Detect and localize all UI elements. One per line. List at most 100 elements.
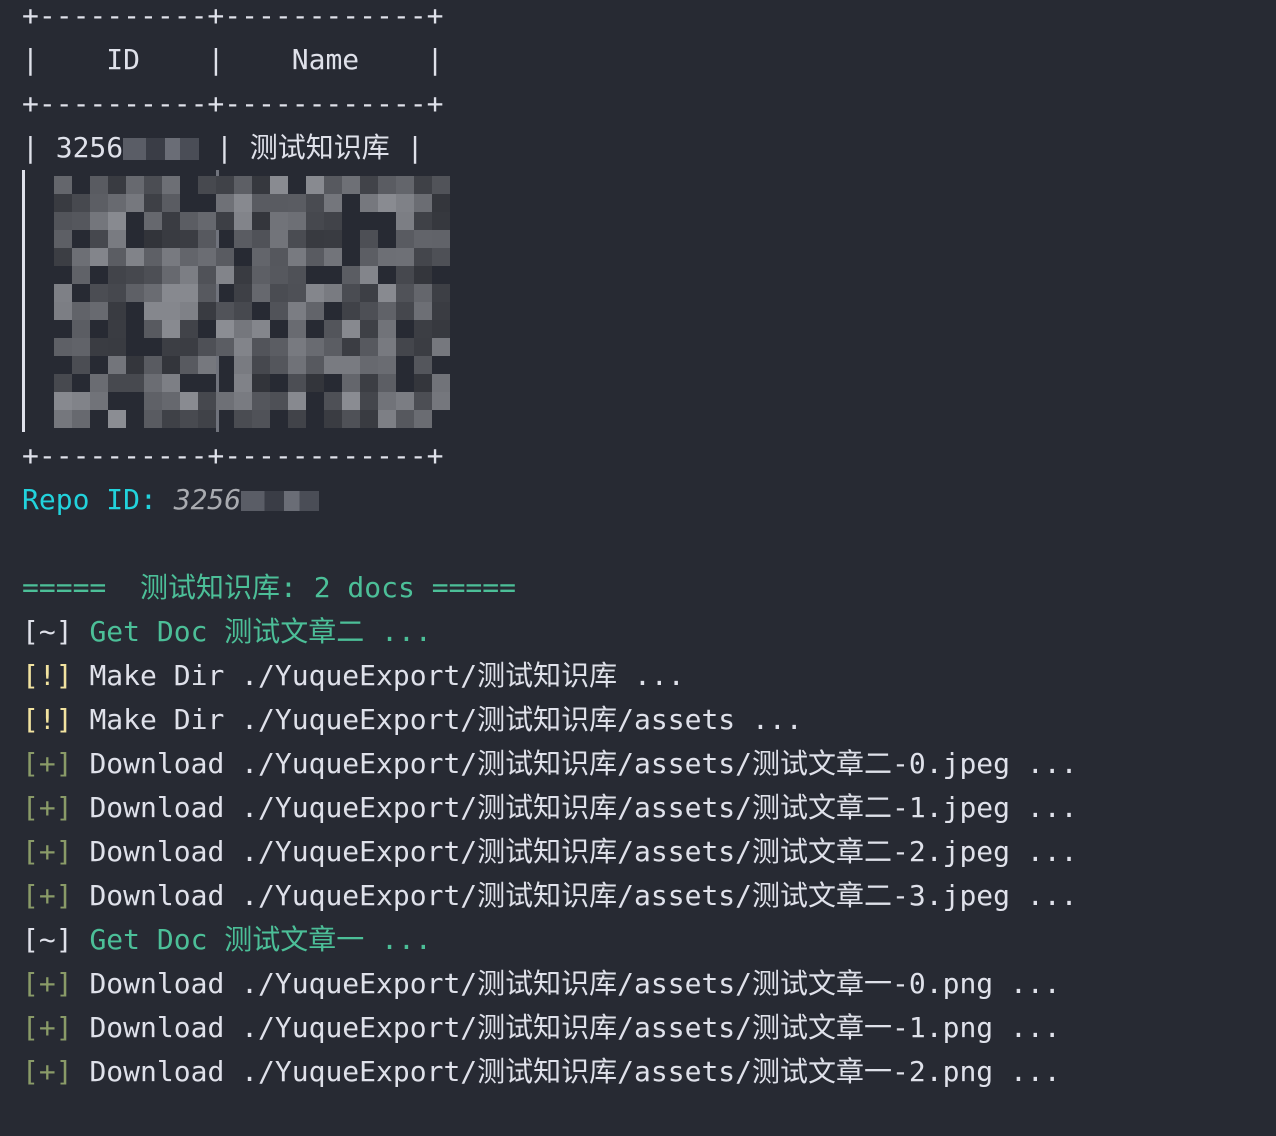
log-tag: [+] <box>22 1011 73 1044</box>
mosaic-pixel <box>306 338 324 356</box>
log-tag: [!] <box>22 659 73 692</box>
mosaic-pixel <box>162 284 180 302</box>
mosaic-pixel <box>342 374 360 392</box>
table-border-mid: +----------+------------+ <box>22 87 444 120</box>
mosaic-pixel <box>72 392 90 410</box>
mosaic-pixel <box>252 194 270 212</box>
mosaic-pixel <box>126 284 144 302</box>
header-id: ID <box>106 43 141 76</box>
mosaic-pixel <box>252 392 270 410</box>
mosaic-pixel <box>432 320 450 338</box>
mosaic-pixel <box>234 392 252 410</box>
mosaic-pixel <box>162 248 180 266</box>
mosaic-pixel <box>414 302 432 320</box>
mosaic-pixel <box>54 284 72 302</box>
log-tag: [+] <box>22 791 73 824</box>
mosaic-pixel <box>324 392 342 410</box>
mosaic-pixel <box>360 248 378 266</box>
mosaic-pixel <box>324 284 342 302</box>
mosaic-pixel <box>414 338 432 356</box>
mosaic-pixel <box>198 302 216 320</box>
mosaic-pixel <box>108 410 126 428</box>
log-line: [~] Get Doc 测试文章一 ... <box>22 918 1077 962</box>
repo-id-value: 3256 <box>173 483 242 516</box>
mosaic-pixel <box>162 302 180 320</box>
mosaic-pixel <box>378 248 396 266</box>
mosaic-pixel <box>342 284 360 302</box>
mosaic-pixel <box>324 176 342 194</box>
log-tag: [+] <box>22 1055 73 1088</box>
mosaic-pixel <box>72 338 90 356</box>
mosaic-pixel <box>108 230 126 248</box>
mosaic-pixel <box>234 230 252 248</box>
summary-line: ===== 测试知识库: 2 docs ===== <box>22 571 517 604</box>
mosaic-pixel <box>270 176 288 194</box>
mosaic-pixel <box>378 320 396 338</box>
header-name: Name <box>291 43 360 76</box>
mosaic-pixel <box>396 410 414 428</box>
mosaic-pixel <box>342 176 360 194</box>
mosaic-pixel <box>126 176 144 194</box>
mosaic-pixel <box>432 302 450 320</box>
mosaic-pixel <box>72 356 90 374</box>
mosaic-pixel <box>216 302 234 320</box>
mosaic-pixel <box>414 356 432 374</box>
mosaic-pixel <box>198 410 216 428</box>
log-text: Download ./YuqueExport/测试知识库/assets/测试文章… <box>89 1011 1061 1044</box>
mosaic-pixel <box>306 212 324 230</box>
mosaic-pixel <box>432 338 450 356</box>
mosaic-pixel <box>198 284 216 302</box>
mosaic-pixel <box>414 266 432 284</box>
mosaic-pixel <box>144 176 162 194</box>
mosaic-pixel <box>180 212 198 230</box>
mosaic-pixel <box>162 410 180 428</box>
mosaic-pixel <box>234 176 252 194</box>
mosaic-pixel <box>432 194 450 212</box>
mosaic-pixel <box>360 338 378 356</box>
mosaic-pixel <box>432 374 450 392</box>
mosaic-pixel <box>378 392 396 410</box>
mosaic-pixel <box>360 176 378 194</box>
mosaic-pixel <box>288 338 306 356</box>
mosaic-pixel <box>432 212 450 230</box>
mosaic-pixel <box>414 176 432 194</box>
mosaic-pixel <box>216 194 234 212</box>
mosaic-pixel <box>198 266 216 284</box>
mosaic-pixel <box>360 356 378 374</box>
mosaic-pixel <box>414 410 432 428</box>
mosaic-pixel <box>360 194 378 212</box>
mosaic-pixel <box>252 230 270 248</box>
mosaic-pixel <box>90 212 108 230</box>
mosaic-pixel <box>144 194 162 212</box>
mosaic-pixel <box>234 374 252 392</box>
mosaic-pixel <box>288 392 306 410</box>
mosaic-pixel <box>54 230 72 248</box>
mosaic-pixel <box>342 266 360 284</box>
mosaic-pixel <box>180 338 198 356</box>
mosaic-pixel <box>180 230 198 248</box>
mosaic-pixel <box>72 194 90 212</box>
mosaic-pixel <box>342 302 360 320</box>
mosaic-pixel <box>342 392 360 410</box>
mosaic-pixel <box>144 212 162 230</box>
mosaic-pixel <box>144 230 162 248</box>
mosaic-pixel <box>180 302 198 320</box>
mosaic-pixel <box>234 356 252 374</box>
mosaic-pixel <box>360 230 378 248</box>
mosaic-pixel <box>72 302 90 320</box>
mosaic-pixel <box>288 212 306 230</box>
mosaic-pixel <box>270 194 288 212</box>
mosaic-pixel <box>378 194 396 212</box>
mosaic-pixel <box>396 338 414 356</box>
mosaic-pixel <box>324 356 342 374</box>
mosaic-pixel <box>270 248 288 266</box>
mosaic-pixel <box>270 392 288 410</box>
mosaic-pixel <box>144 410 162 428</box>
log-text: Get Doc 测试文章二 ... <box>89 615 432 648</box>
mosaic-pixel <box>360 302 378 320</box>
mosaic-pixel <box>306 176 324 194</box>
mosaic-pixel <box>54 338 72 356</box>
mosaic-pixel <box>180 320 198 338</box>
mosaic-pixel <box>378 410 396 428</box>
mosaic-pixel <box>198 338 216 356</box>
